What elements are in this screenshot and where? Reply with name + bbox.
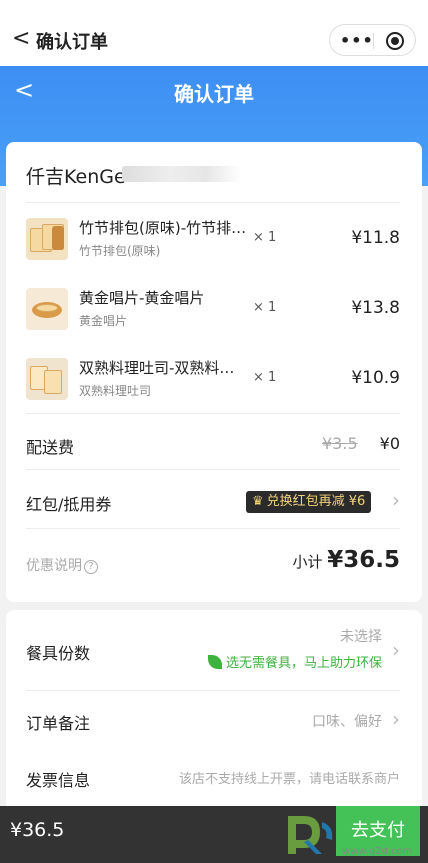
coupon-label[interactable]: 红包/抵用券 (26, 491, 111, 515)
watermark-url: www.q2d.com (342, 846, 413, 857)
page-title: 确认订单 (174, 82, 254, 106)
item-qty: × 1 (253, 370, 277, 385)
order-item: 双熟料理吐司-双熟料理吐司 双熟料理吐司 × 1 ¥10.9 (6, 346, 422, 416)
shop-name: 仟吉KenGe (26, 166, 126, 188)
help-icon[interactable]: ? (84, 560, 98, 574)
mini-program-nav-bar: < 确认订单 ••• (0, 14, 428, 66)
toast-icon (26, 358, 68, 400)
item-qty: × 1 (253, 230, 277, 245)
eco-tip-text: 选无需餐具，马上助力环保 (225, 656, 382, 671)
capsule-divider (373, 33, 374, 49)
watermark-logo (288, 816, 333, 854)
item-price: ¥11.8 (351, 228, 400, 248)
subtotal-label: 小计 (292, 553, 328, 571)
subtotal-amount: ¥36.5 (327, 547, 400, 573)
crown-icon: ♛ (252, 494, 264, 509)
chevron-right-icon[interactable]: › (392, 707, 400, 731)
item-price: ¥13.8 (351, 298, 400, 318)
item-qty: × 1 (253, 300, 277, 315)
remark-placeholder[interactable]: 口味、偏好 (312, 711, 382, 731)
checkout-total: ¥36.5 (10, 819, 65, 841)
divider (26, 413, 400, 414)
invoice-label: 发票信息 (26, 771, 91, 790)
item-name: 双熟料理吐司-双熟料理吐司 (79, 359, 249, 377)
tableware-label[interactable]: 餐具份数 (26, 640, 90, 664)
coupon-badge-text: 兑换红包再减 ¥6 (266, 494, 366, 509)
invoice-note: 该店不支持线上开票，请电话联系商户 (178, 772, 400, 787)
order-item: 竹节排包(原味)-竹节排包(原味) 竹节排包(原味) × 1 ¥11.8 (6, 206, 422, 276)
mini-program-capsule: ••• (329, 24, 416, 56)
divider (26, 690, 400, 691)
item-name: 黄金唱片-黄金唱片 (79, 289, 205, 307)
eco-tip: 选无需餐具，马上助力环保 (207, 652, 382, 671)
item-spec: 黄金唱片 (79, 314, 128, 328)
divider (26, 469, 400, 470)
order-item: 黄金唱片-黄金唱片 黄金唱片 × 1 ¥13.8 (6, 276, 422, 346)
pastry-icon (26, 288, 68, 330)
order-options-card: 餐具份数 未选择 选无需餐具，马上助力环保 › 订单备注 口味、偏好 › 发票信… (6, 610, 422, 810)
bread-icon (26, 218, 68, 260)
item-name: 竹节排包(原味)-竹节排包(原味) (79, 219, 249, 237)
mini-program-title: 确认订单 (36, 32, 108, 53)
item-spec: 双熟料理吐司 (79, 384, 152, 398)
promo-explanation[interactable]: 优惠说明? (26, 555, 98, 575)
coupon-exchange-badge[interactable]: ♛ 兑换红包再减 ¥6 (246, 491, 372, 513)
divider (26, 528, 400, 529)
delivery-fee-value: ¥0 (379, 434, 400, 453)
leaf-icon (207, 655, 222, 669)
shop-name-redacted (122, 166, 242, 182)
chevron-right-icon[interactable]: › (392, 638, 400, 662)
subtotal: 小计 ¥36.5 (292, 547, 400, 573)
close-mini-program-icon[interactable] (386, 32, 404, 50)
delivery-fee-original: ¥3.5 (322, 434, 358, 453)
status-bar (0, 0, 428, 14)
delivery-fee-label: 配送费 (26, 438, 75, 457)
back-icon[interactable]: < (12, 27, 30, 51)
item-spec: 竹节排包(原味) (79, 244, 161, 258)
more-icon[interactable]: ••• (340, 31, 374, 50)
remark-label[interactable]: 订单备注 (26, 710, 90, 734)
chevron-right-icon[interactable]: › (392, 488, 400, 512)
divider (26, 202, 400, 203)
tableware-status[interactable]: 未选择 (340, 626, 382, 646)
item-price: ¥10.9 (351, 368, 400, 388)
promo-label: 优惠说明 (26, 558, 82, 574)
order-card: 仟吉KenGe 竹节排包(原味)-竹节排包(原味) 竹节排包(原味) × 1 ¥… (6, 142, 422, 602)
